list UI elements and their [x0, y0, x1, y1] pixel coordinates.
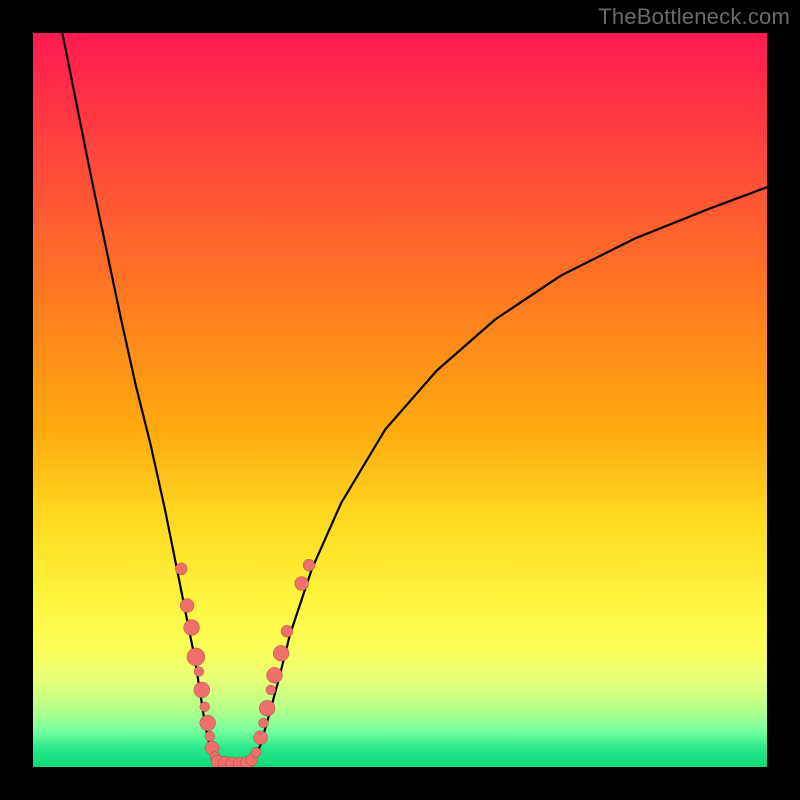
- data-point: [258, 718, 268, 728]
- highlighted-points: [175, 559, 315, 767]
- data-point: [205, 731, 215, 741]
- curve-paths: [62, 33, 767, 767]
- data-point: [184, 620, 200, 636]
- data-point: [254, 731, 268, 745]
- data-point: [194, 682, 210, 698]
- data-point: [251, 747, 261, 757]
- data-point: [266, 667, 282, 683]
- data-point: [200, 715, 216, 731]
- plot-area: [33, 33, 767, 767]
- bottleneck-curve: [33, 33, 767, 767]
- data-point: [180, 599, 194, 613]
- data-point: [194, 667, 204, 677]
- data-point: [295, 577, 309, 591]
- data-point: [273, 645, 289, 661]
- watermark-text: TheBottleneck.com: [598, 4, 790, 30]
- data-point: [266, 685, 276, 695]
- data-point: [303, 559, 315, 571]
- outer-frame: TheBottleneck.com: [0, 0, 800, 800]
- data-point: [187, 648, 205, 666]
- data-point: [259, 700, 275, 716]
- data-point: [200, 702, 210, 712]
- data-point: [281, 625, 293, 637]
- data-point: [175, 563, 187, 575]
